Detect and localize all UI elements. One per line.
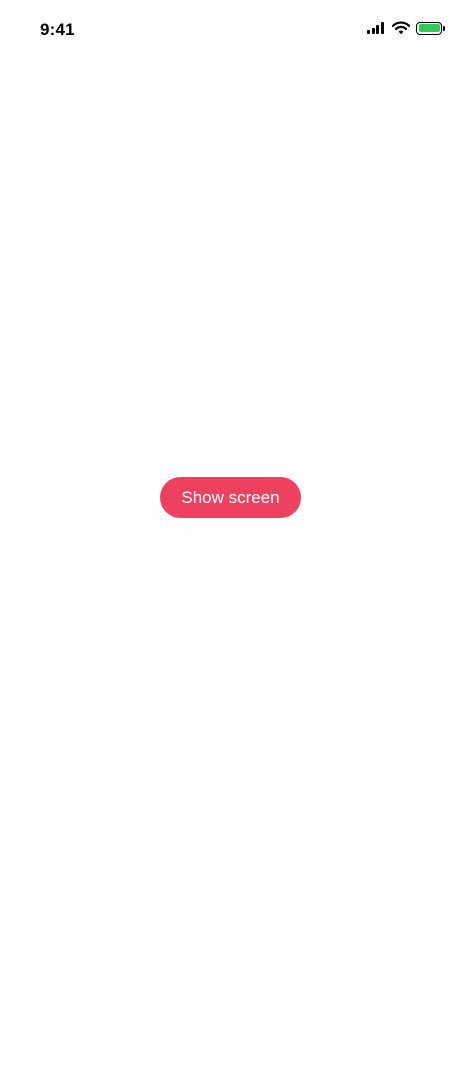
wifi-icon (392, 21, 410, 35)
signal-icon (367, 22, 385, 34)
status-time: 9:41 (40, 20, 75, 39)
status-bar: 9:41 (0, 0, 460, 60)
status-icons (367, 19, 445, 37)
show-screen-button[interactable]: Show screen (160, 477, 301, 518)
battery-icon (416, 21, 445, 35)
battery-cap (443, 25, 445, 31)
battery-fill (418, 24, 440, 32)
